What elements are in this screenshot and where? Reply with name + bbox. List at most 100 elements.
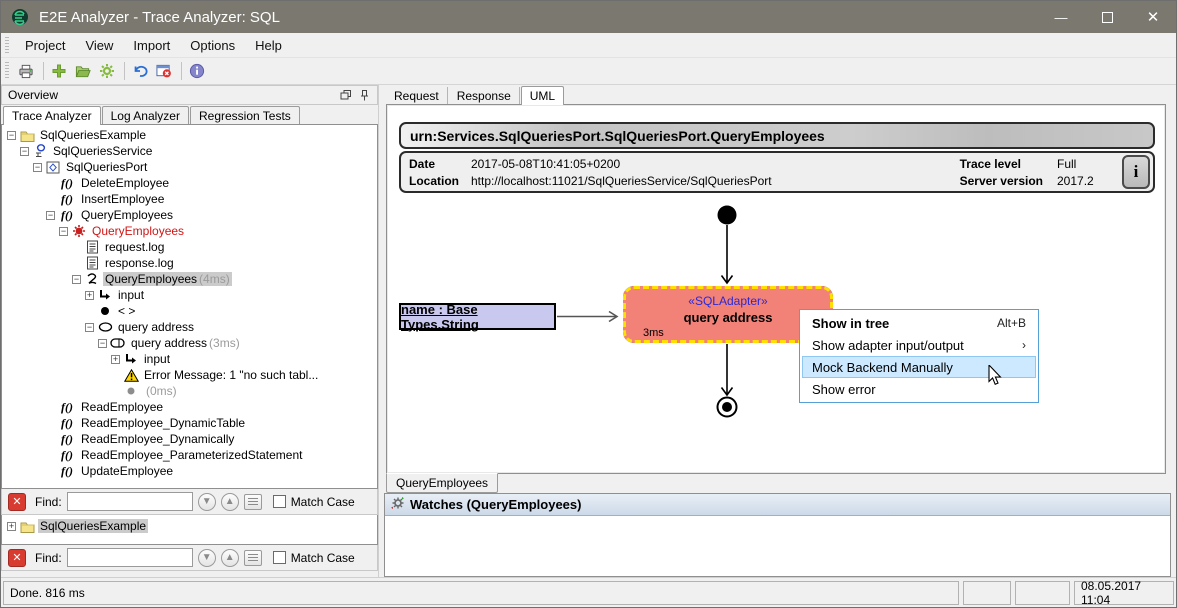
tree-item-label: query address — [116, 320, 196, 334]
tree-item[interactable]: − SqlQueriesPort — [2, 159, 377, 175]
tree-item[interactable]: f()ReadEmployee_DynamicTable — [2, 415, 377, 431]
parameter-node[interactable]: name : Base Types.String — [399, 303, 556, 330]
error-report-button[interactable] — [153, 60, 177, 82]
menu-options[interactable]: Options — [180, 35, 245, 56]
tree-expander[interactable]: − — [20, 147, 29, 156]
toolbar-grip[interactable] — [5, 62, 9, 80]
tree-expander[interactable]: + — [111, 355, 120, 364]
toolbar — [1, 58, 1176, 85]
tree-item[interactable]: f()UpdateEmployee — [2, 463, 377, 479]
print-button[interactable] — [15, 60, 39, 82]
tab-response[interactable]: Response — [449, 87, 520, 104]
tab-trace-analyzer[interactable]: Trace Analyzer — [3, 106, 101, 125]
input-arrow-icon — [123, 352, 139, 366]
tree-item[interactable]: −SqlQueriesExample — [2, 127, 377, 143]
tree-item[interactable]: f()ReadEmployee_ParameterizedStatement — [2, 447, 377, 463]
info-button[interactable] — [186, 60, 210, 82]
match-case-checkbox[interactable] — [273, 551, 286, 564]
tree-item[interactable]: −SqlQueriesService — [2, 143, 377, 159]
find-options-button[interactable] — [244, 550, 262, 566]
uml-diagram-panel: urn:Services.SqlQueriesPort.SqlQueriesPo… — [386, 104, 1166, 474]
tree-item[interactable]: + input — [2, 351, 377, 367]
add-button[interactable] — [48, 60, 72, 82]
folder-icon — [19, 519, 35, 533]
tree-item[interactable]: f()DeleteEmployee — [2, 175, 377, 191]
tree-item[interactable]: Error Message: 1 "no such tabl... — [2, 367, 377, 383]
trace-tree: −SqlQueriesExample−SqlQueriesService−Sql… — [1, 124, 378, 489]
find-previous-button[interactable]: ▲ — [221, 549, 239, 567]
tree-expander[interactable]: + — [7, 522, 16, 531]
tree-item-label: ReadEmployee_ParameterizedStatement — [79, 448, 304, 462]
tab-request[interactable]: Request — [386, 87, 448, 104]
trace-level-label: Trace level — [960, 156, 1043, 173]
menu-project[interactable]: Project — [15, 35, 75, 56]
tab-uml[interactable]: UML — [521, 86, 564, 105]
urn-header: urn:Services.SqlQueriesPort.SqlQueriesPo… — [399, 122, 1155, 149]
close-button[interactable]: ✕ — [1130, 1, 1176, 33]
find-options-button[interactable] — [244, 494, 262, 510]
tree-expander[interactable]: − — [46, 211, 55, 220]
tree-expander[interactable]: − — [7, 131, 16, 140]
tree-item[interactable]: −QueryEmployees(4ms) — [2, 271, 377, 287]
function-icon: f() — [58, 176, 76, 190]
menu-view[interactable]: View — [75, 35, 123, 56]
tree-expander[interactable]: − — [72, 275, 81, 284]
service-icon — [32, 144, 48, 158]
undo-button[interactable] — [129, 60, 153, 82]
tree-expander[interactable]: + — [85, 291, 94, 300]
trace-details-button[interactable]: i — [1122, 155, 1150, 189]
mouse-cursor — [988, 365, 1006, 387]
match-case-label: Match Case — [291, 551, 355, 565]
server-version-label: Server version — [960, 173, 1043, 190]
find-next-button[interactable]: ▼ — [198, 549, 216, 567]
tree-item[interactable]: f()ReadEmployee — [2, 399, 377, 415]
tree-item[interactable]: −query address(3ms) — [2, 335, 377, 351]
tree-item[interactable]: − query address — [2, 319, 377, 335]
find-input[interactable] — [67, 548, 193, 567]
open-button[interactable] — [72, 60, 96, 82]
menu-import[interactable]: Import — [123, 35, 180, 56]
find-next-button[interactable]: ▼ — [198, 493, 216, 511]
watches-header: Watches (QueryEmployees) — [385, 494, 1170, 516]
tree-item[interactable]: −f()QueryEmployees — [2, 207, 377, 223]
minimize-button[interactable]: — — [1038, 1, 1084, 33]
tab-regression-tests[interactable]: Regression Tests — [190, 106, 300, 124]
tree-item[interactable]: + SqlQueriesExample — [2, 518, 377, 534]
maximize-button[interactable] — [1084, 1, 1130, 33]
float-panel-icon[interactable] — [337, 88, 355, 102]
tree-expander[interactable]: − — [59, 227, 68, 236]
tree-item[interactable]: f()ReadEmployee_Dynamically — [2, 431, 377, 447]
tree-item-label: SqlQueriesPort — [64, 160, 149, 174]
find-previous-button[interactable]: ▲ — [221, 493, 239, 511]
tree-item-label: SqlQueriesExample — [38, 519, 148, 533]
menubar-grip[interactable] — [5, 37, 9, 54]
window-title: E2E Analyzer - Trace Analyzer: SQL — [39, 9, 280, 26]
tree-item[interactable]: (0ms) — [2, 383, 377, 399]
tree-item[interactable]: request.log — [2, 239, 377, 255]
tree-expander[interactable]: − — [85, 323, 94, 332]
status-bar: Done. 816 ms 08.05.2017 11:04 — [1, 577, 1176, 608]
close-find-button[interactable]: ✕ — [8, 549, 26, 567]
tree-item[interactable]: response.log — [2, 255, 377, 271]
tab-log-analyzer[interactable]: Log Analyzer — [102, 106, 189, 124]
trace-icon — [71, 224, 87, 238]
tree-expander[interactable]: − — [98, 339, 107, 348]
tree-item[interactable]: < > — [2, 303, 377, 319]
context-menu-item-show-adapter-input-output[interactable]: Show adapter input/output› — [802, 334, 1036, 356]
tree-item[interactable]: +input — [2, 287, 377, 303]
tree-expander[interactable]: − — [33, 163, 42, 172]
find-input[interactable] — [67, 492, 193, 511]
pin-icon[interactable] — [355, 88, 373, 102]
tree-item-label: UpdateEmployee — [79, 464, 175, 478]
tree-item-label: input — [142, 352, 172, 366]
tree-item[interactable]: −QueryEmployees — [2, 223, 377, 239]
match-case-checkbox[interactable] — [273, 495, 286, 508]
context-menu-item-show-in-tree[interactable]: Show in treeAlt+B — [802, 312, 1036, 334]
folder-icon — [19, 128, 35, 142]
tab-queryemployees[interactable]: QueryEmployees — [386, 473, 498, 493]
toolbar-separator — [43, 62, 44, 80]
close-find-button[interactable]: ✕ — [8, 493, 26, 511]
settings-button[interactable] — [96, 60, 120, 82]
menu-help[interactable]: Help — [245, 35, 292, 56]
tree-item[interactable]: f()InsertEmployee — [2, 191, 377, 207]
